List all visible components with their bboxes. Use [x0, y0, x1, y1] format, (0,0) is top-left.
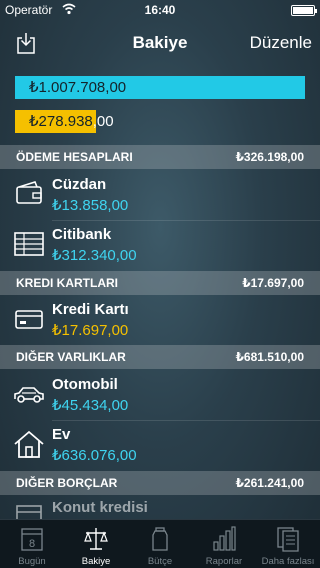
section-header-other-debts: DIĞER BORÇLAR ₺261.241,00: [0, 471, 320, 495]
bar-chart-icon: [213, 526, 236, 551]
account-balance: ₺13.858,00: [52, 197, 129, 214]
account-name: Citibank: [52, 226, 112, 243]
tab-label: Daha fazlası: [261, 556, 315, 567]
section-title: DIĞER BORÇLAR: [16, 476, 118, 490]
edit-button[interactable]: Düzenle: [250, 33, 312, 53]
total-debts-value: ₺278.938,00: [29, 110, 114, 133]
account-row-citibank[interactable]: Citibank ₺312.340,00: [0, 221, 320, 271]
tab-reports[interactable]: Raporlar: [192, 520, 256, 568]
account-name: Ev: [52, 426, 71, 443]
total-assets-value: ₺1.007.708,00: [29, 79, 127, 96]
wallet-icon: [16, 181, 42, 204]
debt-value-decimals: ,00: [92, 113, 114, 130]
account-balance: ₺45.434,00: [52, 397, 129, 414]
account-name: Konut kredisi: [52, 499, 148, 516]
account-balance: ₺636.076,00: [52, 447, 137, 464]
debt-value-main: ₺278.938: [29, 113, 93, 130]
tab-more[interactable]: Daha fazlası: [256, 520, 320, 568]
credit-card-icon: [15, 310, 43, 329]
navigation-bar: Bakiye Düzenle: [0, 20, 320, 64]
tab-label: Bakiye: [81, 556, 111, 567]
section-header-other-assets: DIĞER VARLIKLAR ₺681.510,00: [0, 345, 320, 369]
calendar-icon: 8: [21, 528, 43, 551]
account-name: Kredi Kartı: [52, 301, 129, 318]
calendar-day: 8: [29, 538, 35, 550]
section-total: ₺17.697,00: [242, 276, 304, 290]
bank-ledger-icon: [14, 232, 44, 256]
tab-budget[interactable]: Bütçe: [128, 520, 192, 568]
section-total: ₺261.241,00: [235, 476, 304, 490]
total-assets-bar: ₺1.007.708,00: [15, 76, 305, 99]
account-name: Cüzdan: [52, 176, 107, 193]
section-total: ₺681.510,00: [235, 350, 304, 364]
account-row-car[interactable]: Otomobil ₺45.434,00: [0, 371, 320, 421]
section-header-credit-cards: KREDI KARTLARI ₺17.697,00: [0, 271, 320, 295]
section-header-payment-accounts: ÖDEME HESAPLARI ₺326.198,00: [0, 145, 320, 169]
tab-balance[interactable]: Bakiye: [64, 520, 128, 568]
section-total: ₺326.198,00: [235, 150, 304, 164]
mortgage-icon: [16, 505, 42, 519]
clock: 16:40: [144, 3, 176, 17]
account-balance: ₺312.340,00: [52, 247, 137, 264]
battery-icon: [291, 5, 317, 16]
car-icon: [14, 387, 44, 403]
section-title: KREDI KARTLARI: [16, 276, 118, 290]
jar-icon: [152, 527, 168, 551]
tab-label: Bütçe: [147, 556, 173, 567]
status-bar: Operatör 16:40: [0, 0, 320, 20]
tab-label: Bugün: [18, 556, 46, 567]
account-balance: ₺17.697,00: [52, 322, 129, 339]
section-title: DIĞER VARLIKLAR: [16, 350, 126, 364]
account-row-house[interactable]: Ev ₺636.076,00: [0, 421, 320, 471]
scales-icon: [84, 528, 108, 550]
tab-label: Raporlar: [205, 556, 243, 567]
tab-bar: 8 Bugün Bakiye Bütçe Raporlar Daha fazla…: [0, 519, 320, 568]
account-row-wallet[interactable]: Cüzdan ₺13.858,00: [0, 171, 320, 221]
account-row-credit-card[interactable]: Kredi Kartı ₺17.697,00: [0, 296, 320, 346]
tab-today[interactable]: 8 Bugün: [0, 520, 64, 568]
house-icon: [14, 430, 44, 458]
documents-icon: [277, 527, 299, 552]
section-title: ÖDEME HESAPLARI: [16, 150, 133, 164]
account-name: Otomobil: [52, 376, 118, 393]
account-row-mortgage[interactable]: Konut kredisi: [0, 496, 320, 519]
